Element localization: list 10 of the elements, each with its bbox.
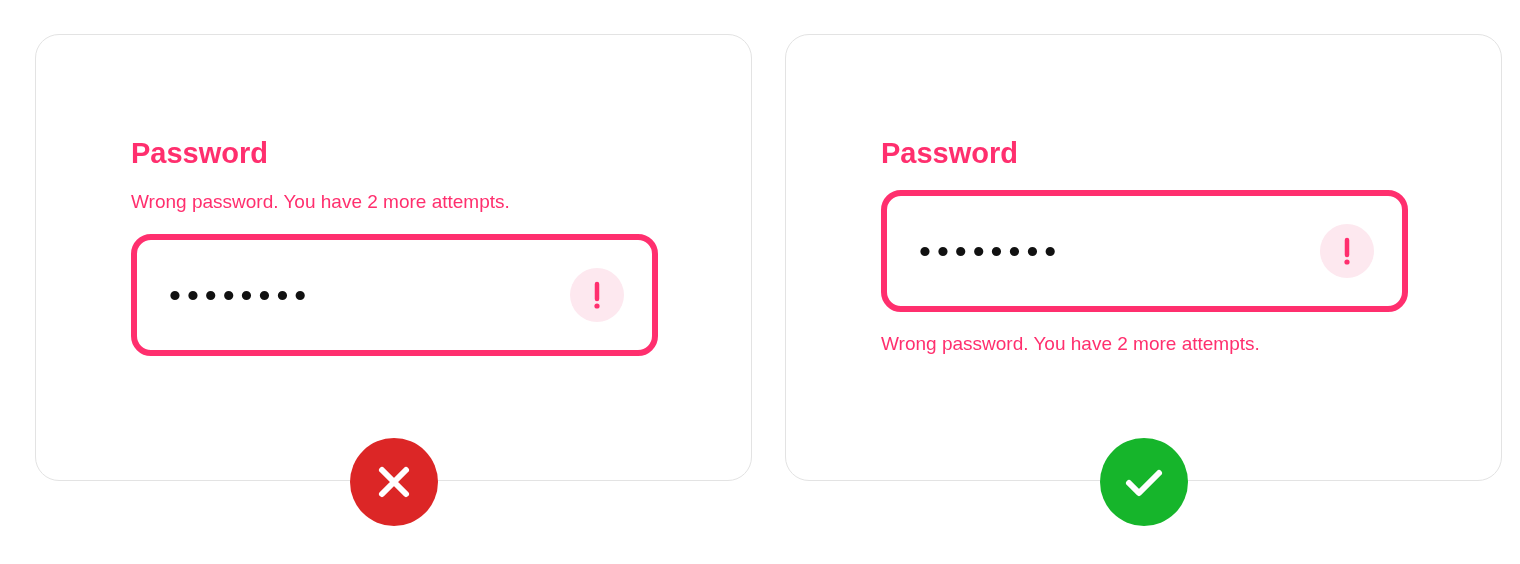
error-message: Wrong password. You have 2 more attempts.: [131, 190, 510, 214]
exclamation-icon: [570, 268, 624, 322]
cross-icon: [350, 438, 438, 526]
field-label: Password: [131, 136, 268, 171]
field-label: Password: [881, 136, 1018, 171]
exclamation-icon: [1320, 224, 1374, 278]
password-field[interactable]: ••••••••: [131, 234, 658, 356]
check-icon: [1100, 438, 1188, 526]
error-message: Wrong password. You have 2 more attempts.: [881, 332, 1260, 356]
password-field[interactable]: ••••••••: [881, 190, 1408, 312]
